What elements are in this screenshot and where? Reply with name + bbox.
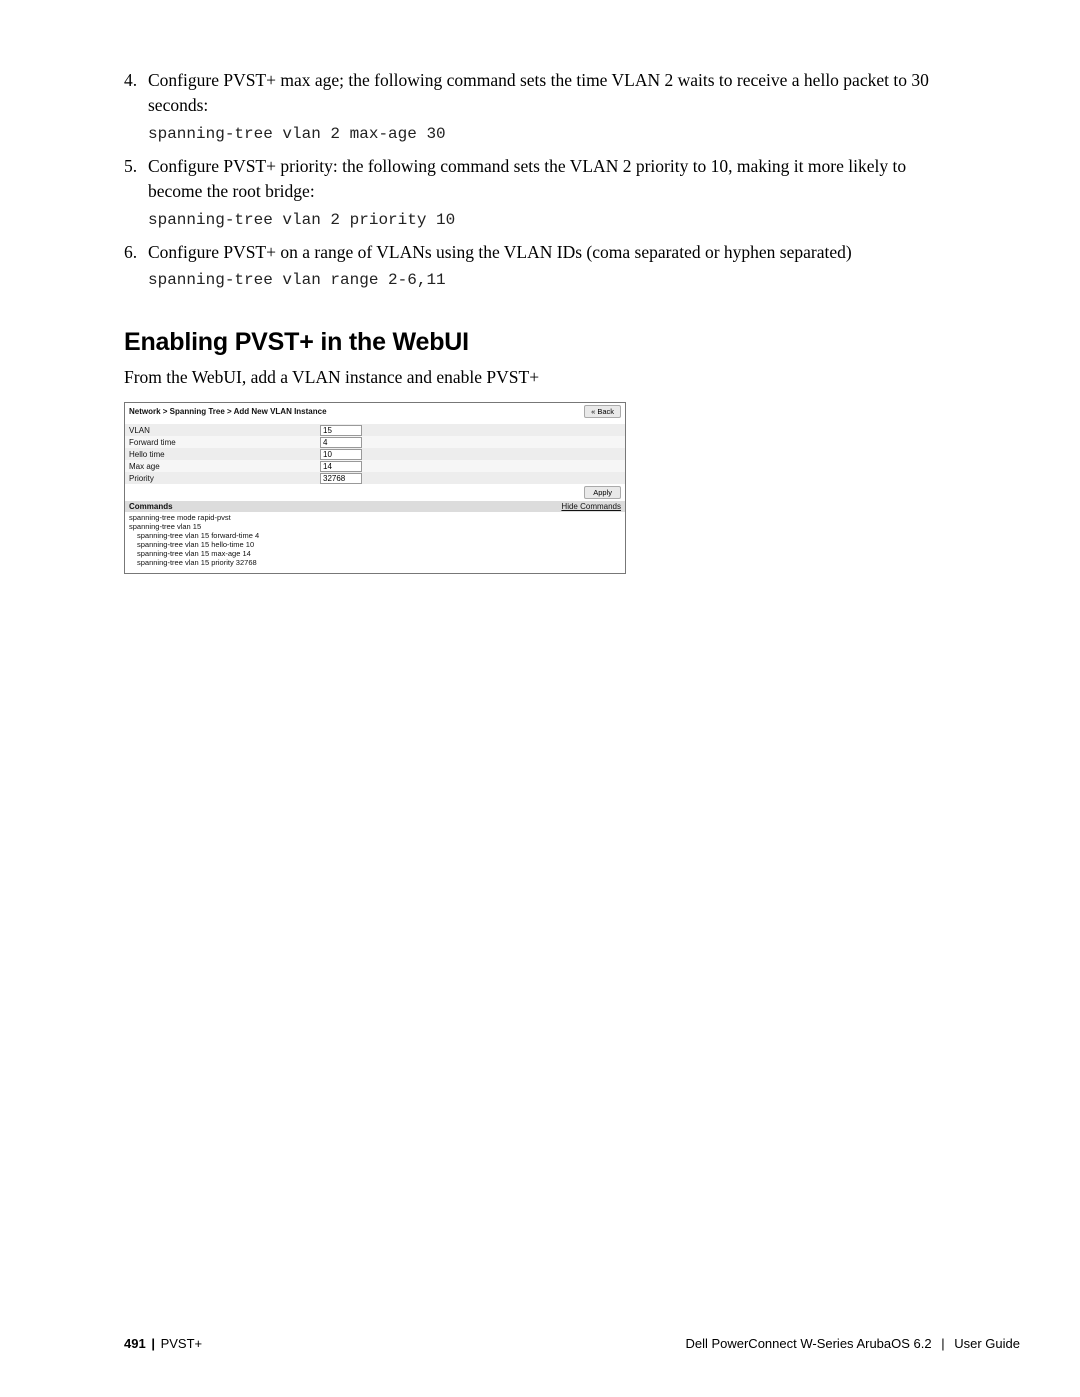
webui-screenshot: Network > Spanning Tree > Add New VLAN I… — [124, 402, 626, 574]
max-age-input[interactable] — [320, 461, 362, 472]
command-line-6: spanning-tree vlan 15 priority 32768 — [129, 558, 621, 567]
section-intro: From the WebUI, add a VLAN instance and … — [124, 367, 956, 388]
footer-section: PVST+ — [161, 1336, 203, 1351]
footer-right: Dell PowerConnect W-Series ArubaOS 6.2 |… — [685, 1336, 1020, 1351]
apply-row: Apply — [125, 484, 625, 501]
label-priority: Priority — [125, 472, 320, 484]
page-number: 491 — [124, 1336, 146, 1351]
command-line-2: spanning-tree vlan 15 — [129, 522, 621, 531]
step-4-text: Configure PVST+ max age; the following c… — [148, 70, 929, 115]
step-5-text: Configure PVST+ priority: the following … — [148, 156, 906, 201]
section-heading: Enabling PVST+ in the WebUI — [124, 328, 956, 357]
label-max-age: Max age — [125, 460, 320, 472]
form-row-max-age: Max age — [125, 460, 625, 472]
footer-left: 491 | PVST+ — [124, 1336, 202, 1351]
label-hello-time: Hello time — [125, 448, 320, 460]
step-4: 4. Configure PVST+ max age; the followin… — [124, 68, 956, 146]
page-footer: 491 | PVST+ Dell PowerConnect W-Series A… — [124, 1336, 1020, 1351]
apply-button[interactable]: Apply — [584, 486, 621, 499]
form-row-priority: Priority — [125, 472, 625, 484]
command-line-5: spanning-tree vlan 15 max-age 14 — [129, 549, 621, 558]
step-6-code: spanning-tree vlan range 2-6,11 — [148, 269, 956, 292]
command-line-1: spanning-tree mode rapid-pvst — [129, 513, 621, 522]
label-vlan: VLAN — [125, 424, 320, 436]
step-6-text: Configure PVST+ on a range of VLANs usin… — [148, 242, 852, 262]
webui-form: VLAN Forward time Hello time Max age Pri… — [125, 424, 625, 484]
label-forward-time: Forward time — [125, 436, 320, 448]
step-5-number: 5. — [124, 154, 137, 179]
commands-header: Commands Hide Commands — [125, 501, 625, 512]
hello-time-input[interactable] — [320, 449, 362, 460]
commands-title: Commands — [129, 502, 173, 511]
step-5: 5. Configure PVST+ priority: the followi… — [124, 154, 956, 232]
forward-time-input[interactable] — [320, 437, 362, 448]
step-6: 6. Configure PVST+ on a range of VLANs u… — [124, 240, 956, 293]
step-4-number: 4. — [124, 68, 137, 93]
form-row-hello-time: Hello time — [125, 448, 625, 460]
priority-input[interactable] — [320, 473, 362, 484]
back-button[interactable]: « Back — [584, 405, 621, 418]
vlan-input[interactable] — [320, 425, 362, 436]
form-row-forward-time: Forward time — [125, 436, 625, 448]
step-5-code: spanning-tree vlan 2 priority 10 — [148, 209, 956, 232]
footer-sep-1: | — [151, 1336, 155, 1351]
footer-doc: User Guide — [954, 1336, 1020, 1351]
footer-product: Dell PowerConnect W-Series ArubaOS 6.2 — [685, 1336, 931, 1351]
step-4-code: spanning-tree vlan 2 max-age 30 — [148, 123, 956, 146]
breadcrumb: Network > Spanning Tree > Add New VLAN I… — [129, 407, 327, 416]
commands-body: spanning-tree mode rapid-pvst spanning-t… — [125, 512, 625, 573]
form-row-vlan: VLAN — [125, 424, 625, 436]
command-line-4: spanning-tree vlan 15 hello-time 10 — [129, 540, 621, 549]
command-line-3: spanning-tree vlan 15 forward-time 4 — [129, 531, 621, 540]
webui-header: Network > Spanning Tree > Add New VLAN I… — [125, 403, 625, 424]
footer-sep-2: | — [941, 1336, 944, 1351]
step-6-number: 6. — [124, 240, 137, 265]
hide-commands-link[interactable]: Hide Commands — [561, 502, 621, 511]
